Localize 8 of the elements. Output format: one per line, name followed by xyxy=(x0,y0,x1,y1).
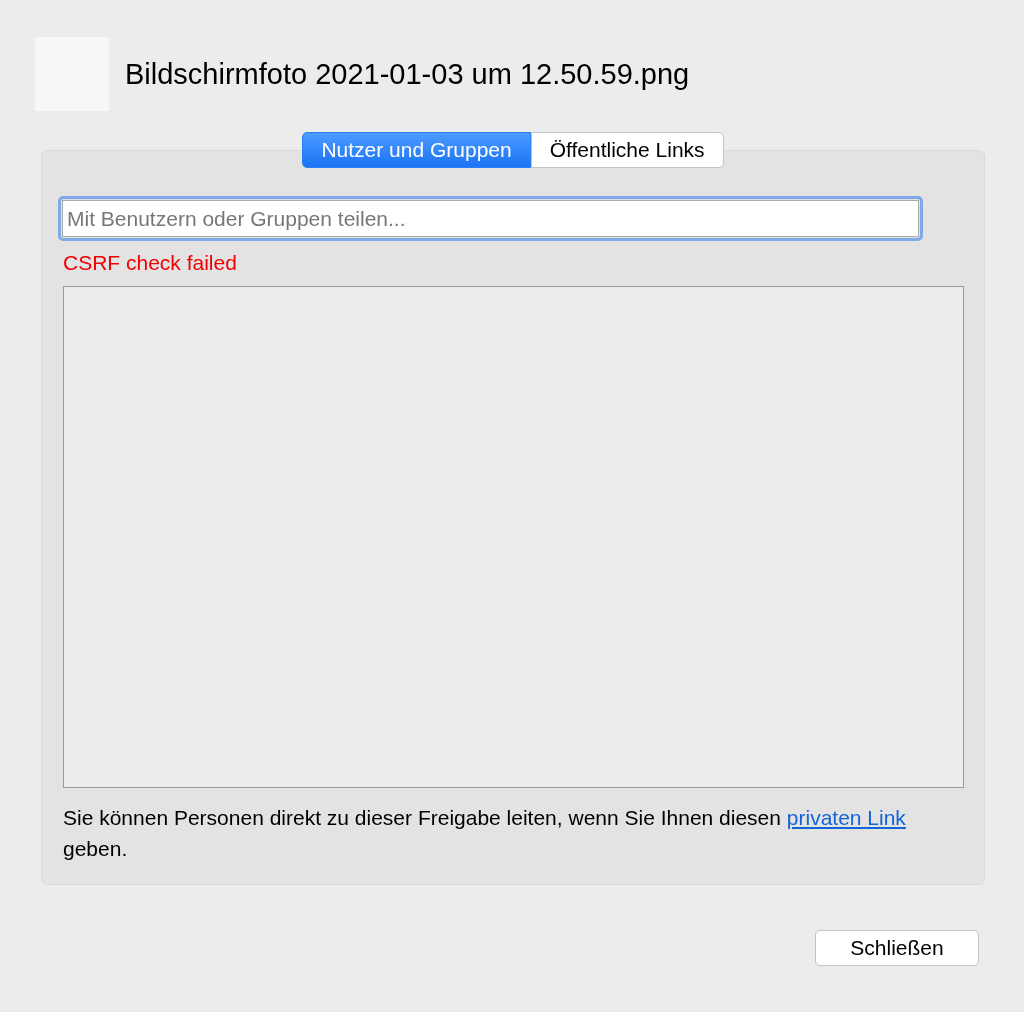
tab[interactable]: Nutzer und Gruppen xyxy=(302,132,531,168)
file-title: Bildschirmfoto 2021-01-03 um 12.50.59.png xyxy=(125,57,690,91)
info-text: Sie können Personen direkt zu dieser Freigabe leiten, wenn Sie Ihnen diesen privaten Link geben. xyxy=(63,805,907,862)
tab[interactable]: Öffentliche Links xyxy=(530,132,724,168)
error-message: CSRF check failed xyxy=(63,251,238,275)
close-button[interactable]: Schließen xyxy=(815,930,979,966)
share-field[interactable]: Mit Benutzern oder Gruppen teilen... xyxy=(58,196,923,241)
private-link[interactable]: privaten Link xyxy=(786,806,906,829)
